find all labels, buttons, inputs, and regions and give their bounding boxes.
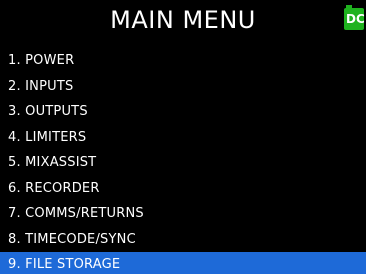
menu-item-recorder[interactable]: 6. RECORDER bbox=[0, 176, 366, 202]
menu-item-mixassist[interactable]: 5. MIXASSIST bbox=[0, 150, 366, 176]
menu-item-timecode-sync[interactable]: 8. TIMECODE/SYNC bbox=[0, 227, 366, 253]
menu-item-outputs[interactable]: 3. OUTPUTS bbox=[0, 99, 366, 125]
menu-item-power[interactable]: 1. POWER bbox=[0, 48, 366, 74]
main-menu-list: 1. POWER 2. INPUTS 3. OUTPUTS 4. LIMITER… bbox=[0, 48, 366, 274]
battery-terminal bbox=[346, 5, 352, 8]
menu-item-comms-returns[interactable]: 7. COMMS/RETURNS bbox=[0, 201, 366, 227]
page-title: MAIN MENU bbox=[110, 6, 256, 34]
device-screen: MAIN MENU DC 1. POWER 2. INPUTS 3. OUTPU… bbox=[0, 0, 366, 274]
menu-item-inputs[interactable]: 2. INPUTS bbox=[0, 74, 366, 100]
menu-item-file-storage[interactable]: 9. FILE STORAGE bbox=[0, 252, 366, 274]
menu-item-limiters[interactable]: 4. LIMITERS bbox=[0, 125, 366, 151]
battery-label: DC bbox=[346, 12, 365, 26]
battery-dc-icon: DC bbox=[344, 5, 365, 30]
